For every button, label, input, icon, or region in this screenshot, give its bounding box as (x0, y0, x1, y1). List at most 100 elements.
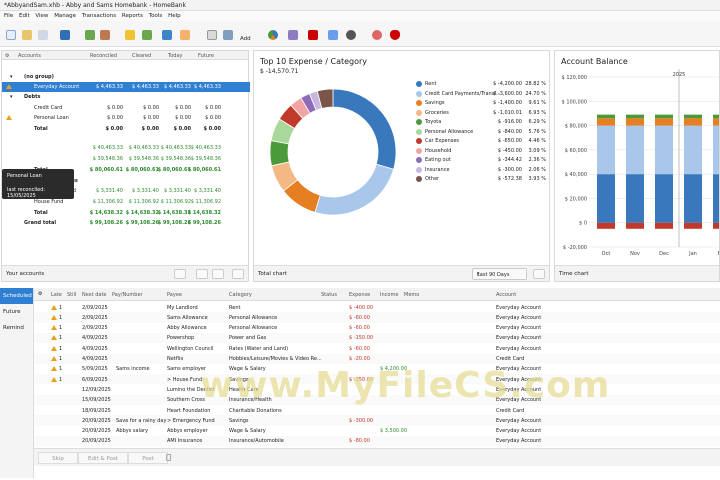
menu-reports[interactable]: Reports (122, 13, 143, 19)
legend-pct: 28.82 % (525, 81, 546, 87)
donate-heart-icon[interactable] (390, 30, 400, 40)
scheduled-income-cell: $ 3,500.00 (380, 428, 408, 435)
skip-button[interactable]: Skip (38, 452, 78, 464)
y-tick-label: $ 40,000 (565, 172, 587, 178)
lock-icon[interactable] (166, 454, 171, 461)
menu-tools[interactable]: Tools (149, 13, 163, 19)
scheduled-settings-icon[interactable]: ⚙ (38, 291, 42, 297)
add-label[interactable]: Add (240, 36, 251, 42)
accounts-gear-icon[interactable] (232, 269, 244, 279)
account-row[interactable]: Personal Loan $ 0.00 $ 0.00 $ 0.00 $ 0.00 (2, 113, 250, 123)
tab-remind[interactable]: Remind (0, 320, 33, 336)
col-category[interactable]: Category (229, 292, 252, 298)
scheduled-row[interactable]: 1 4/09/2025 Powershop Power and Gas $ -150.0… (34, 332, 720, 344)
account-row[interactable]: $ 40,463.33 $ 40,463.33 $ 40,463.33 $ 40,46… (2, 143, 250, 153)
donut-slice[interactable] (332, 88, 397, 170)
account-edit-icon[interactable] (174, 269, 186, 279)
scheduled-row[interactable]: 20/09/2025 AMI Insurance Insurance/Automob… (34, 435, 720, 447)
col-cleared[interactable]: Cleared (132, 53, 151, 59)
balance-bar-segment (655, 174, 673, 223)
categories-icon[interactable] (125, 30, 135, 40)
show-transactions-icon[interactable] (207, 30, 217, 40)
collapse-icon[interactable] (212, 269, 224, 279)
tab-future[interactable]: Future (0, 304, 33, 320)
post-button[interactable]: Post (128, 452, 168, 464)
scheduled-row[interactable]: 20/09/2025 Save for a rainy day > Emergenc… (34, 415, 720, 426)
menu-help[interactable]: Help (168, 13, 181, 19)
balance-bar-segment (597, 174, 615, 223)
scheduled-icon[interactable] (142, 30, 152, 40)
account-row[interactable]: Credit Card $ 0.00 $ 0.00 $ 0.00 $ 0.00 (2, 103, 250, 113)
col-today[interactable]: Today (168, 53, 182, 59)
tab-scheduled[interactable]: Scheduled (0, 288, 33, 304)
legend-name: Personal Allowance (425, 128, 474, 135)
col-still[interactable]: Still (67, 292, 76, 298)
col-status[interactable]: Status (321, 292, 337, 298)
col-payee[interactable]: Payee (167, 292, 182, 298)
budget-report-icon[interactable] (328, 30, 338, 40)
scheduled-row[interactable]: 1 2/09/2025 My Landlord Rent $ -400.00 Everyd… (34, 302, 720, 312)
trend-report-icon[interactable] (288, 30, 298, 40)
balance-bar-segment (713, 114, 719, 119)
scheduled-row[interactable]: 20/09/2025 Abbys salary Abbys employer Wage… (34, 426, 720, 436)
col-late[interactable]: Late (51, 292, 62, 298)
balance-footer: Time chart (555, 265, 719, 281)
col-expense[interactable]: Expense (349, 292, 370, 298)
add-transaction-icon[interactable] (223, 30, 233, 40)
legend-amount: $ -3,600.00 (493, 90, 522, 97)
col-memo[interactable]: Memo (404, 292, 419, 298)
donut-slice[interactable] (269, 140, 290, 167)
stats-report-icon[interactable] (268, 30, 278, 40)
account-total-row[interactable]: Grand total $ 99,108.26 $ 99,108.26 $ 99,10… (2, 218, 250, 228)
scheduled-row[interactable]: 1 4/09/2025 Netflix Hobbies/Leisure/Movies … (34, 353, 720, 364)
scheduled-row[interactable]: 1 2/09/2025 Abby Allowance Personal Allowan… (34, 323, 720, 333)
accounts-icon[interactable] (85, 30, 95, 40)
account-total-row[interactable]: Total $ 14,638.32 $ 14,638.32 $ 14,638.32 $ … (2, 208, 250, 218)
budget-icon[interactable] (162, 30, 172, 40)
scheduled-row[interactable]: 18/09/2025 Heart Foundation Charitable Don… (34, 405, 720, 415)
menu-view[interactable]: View (35, 13, 48, 19)
scheduled-expense-cell: $ -20.00 (349, 356, 370, 362)
account-total-row[interactable]: Total $ 0.00 $ 0.00 $ 0.00 $ 0.00 (2, 124, 250, 134)
vehicle-cost-icon[interactable] (346, 30, 356, 40)
account-group-row[interactable]: ▾ Debts (2, 92, 250, 102)
col-reconciled[interactable]: Reconciled (90, 53, 117, 59)
scheduled-account-cell: Everyday Account (496, 428, 542, 435)
col-accounts[interactable]: Accounts (18, 53, 41, 59)
menu-file[interactable]: File (4, 13, 13, 19)
scheduled-category-cell: Personal Allowance (229, 325, 278, 332)
col-pay-number[interactable]: Pay/Number (112, 292, 143, 298)
menu-transactions[interactable]: Transactions (82, 13, 116, 19)
col-account[interactable]: Account (496, 292, 516, 298)
donut-slice[interactable] (314, 163, 395, 216)
payees-icon[interactable] (100, 30, 110, 40)
account-row[interactable]: Everyday Account $ 4,463.33 $ 4,463.33 $ 4,… (2, 82, 250, 92)
recent-files-icon[interactable] (38, 30, 48, 40)
col-next-date[interactable]: Next date (82, 292, 107, 298)
account-row[interactable]: $ 39,548.36 $ 39,548.36 $ 39,548.36 $ 39,54… (2, 154, 250, 164)
expense-gear-icon[interactable] (533, 269, 545, 279)
menu-edit[interactable]: Edit (19, 13, 30, 19)
help-icon[interactable] (372, 30, 382, 40)
expander-icon[interactable]: ▾ (10, 74, 13, 80)
col-income[interactable]: Income (380, 292, 398, 298)
balance-bar-segment (684, 125, 702, 175)
accounts-settings-icon[interactable]: ⚙ (5, 53, 9, 59)
edit-icon[interactable] (180, 30, 190, 40)
expand-icon[interactable] (196, 269, 208, 279)
scheduled-sidebar: Scheduled Future Remind (0, 288, 34, 478)
menu-manage[interactable]: Manage (54, 13, 76, 19)
open-file-icon[interactable] (22, 30, 32, 40)
legend-name: Rent (425, 81, 437, 87)
account-group-row[interactable]: ▾ (no group) (2, 72, 250, 82)
balance-bar-segment (713, 118, 719, 126)
col-future[interactable]: Future (198, 53, 214, 59)
range-select[interactable]: Last 90 Days ▾ (472, 268, 527, 280)
balance-report-icon[interactable] (308, 30, 318, 40)
edit-post-button[interactable]: Edit & Post (78, 452, 128, 464)
save-icon[interactable] (60, 30, 70, 40)
scheduled-row[interactable]: 1 2/09/2025 Sams Allowance Personal Allowan… (34, 312, 720, 323)
scheduled-row[interactable]: 1 4/09/2025 Wellington Council Rates (Water… (34, 343, 720, 353)
expander-icon[interactable]: ▾ (10, 94, 13, 100)
new-file-icon[interactable] (6, 30, 16, 40)
